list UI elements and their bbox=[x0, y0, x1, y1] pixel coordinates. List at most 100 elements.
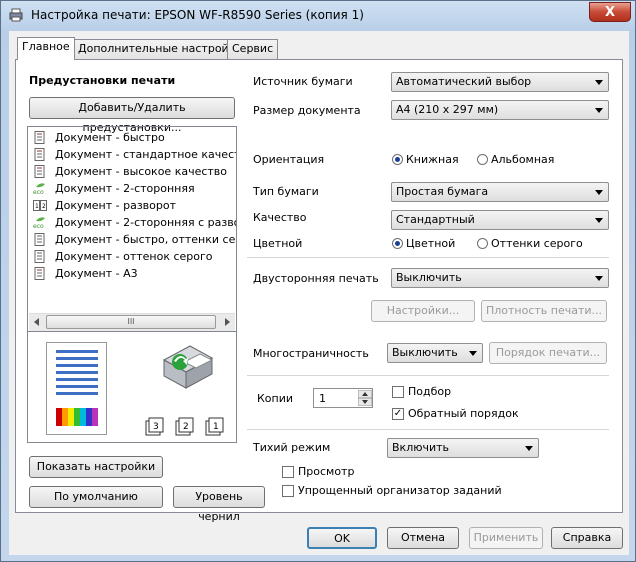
chevron-down-icon bbox=[525, 446, 533, 451]
quality-label: Качество bbox=[253, 211, 307, 224]
multipage-value: Выключить bbox=[392, 346, 458, 359]
paper-source-value: Автоматический выбор bbox=[396, 75, 532, 88]
add-remove-presets-button[interactable]: Добавить/Удалить предустановки... bbox=[29, 97, 235, 134]
document-icon bbox=[34, 148, 45, 161]
scroll-left-icon[interactable] bbox=[33, 318, 41, 326]
apply-button[interactable]: Применить bbox=[469, 527, 543, 549]
two-up-icon: 12 bbox=[33, 200, 47, 211]
multipage-select[interactable]: Выключить bbox=[387, 343, 483, 363]
duplex-label: Двусторонняя печать bbox=[253, 272, 379, 285]
eco-icon: eco bbox=[33, 217, 45, 229]
reverse-order-checkbox[interactable]: ✓ bbox=[392, 408, 404, 420]
close-button[interactable]: X bbox=[589, 2, 631, 22]
spinner-arrows-icon[interactable] bbox=[358, 390, 372, 406]
paper-type-value: Простая бумага bbox=[396, 185, 489, 198]
document-size-value: A4 (210 x 297 мм) bbox=[396, 103, 499, 116]
presets-heading: Предустановки печати bbox=[29, 74, 176, 87]
separator bbox=[247, 375, 609, 376]
duplex-value: Выключить bbox=[396, 271, 462, 284]
color-radio[interactable] bbox=[392, 238, 403, 249]
tab-main[interactable]: Главное bbox=[17, 37, 75, 60]
presets-list[interactable]: Документ - быстро Документ - стандартное… bbox=[27, 126, 237, 332]
portrait-radio[interactable] bbox=[392, 154, 403, 165]
preset-label: Документ - 2-сторонняя bbox=[55, 182, 195, 195]
copies-value: 1 bbox=[319, 392, 326, 405]
page-order-button[interactable]: Порядок печати... bbox=[489, 342, 607, 364]
document-icon bbox=[34, 250, 45, 263]
simplified-organizer-label: Упрощенный организатор заданий bbox=[298, 484, 502, 497]
preview-label: Просмотр bbox=[298, 465, 355, 478]
quality-value: Стандартный bbox=[396, 213, 475, 226]
help-button[interactable]: Справка bbox=[551, 527, 623, 549]
collate-label: Подбор bbox=[408, 385, 452, 398]
svg-text:eco: eco bbox=[33, 223, 44, 229]
document-size-select[interactable]: A4 (210 x 297 мм) bbox=[391, 100, 609, 120]
duplex-select[interactable]: Выключить bbox=[391, 268, 609, 288]
chevron-down-icon bbox=[595, 218, 603, 223]
preset-label: Документ - оттенок серого bbox=[55, 250, 213, 263]
document-icon bbox=[34, 131, 45, 144]
grayscale-radio[interactable] bbox=[477, 238, 488, 249]
svg-text:eco: eco bbox=[33, 189, 44, 195]
preset-label: Документ - быстро bbox=[55, 131, 165, 144]
quiet-mode-label: Тихий режим bbox=[253, 441, 331, 454]
quiet-mode-select[interactable]: Включить bbox=[387, 438, 539, 458]
paper-type-select[interactable]: Простая бумага bbox=[391, 182, 609, 202]
collate-digit: 1 bbox=[213, 422, 219, 432]
paper-source-select[interactable]: Автоматический выбор bbox=[391, 72, 609, 92]
eco-icon: eco bbox=[33, 183, 45, 195]
preset-label: Документ - стандартное качество bbox=[55, 148, 237, 161]
collate-checkbox[interactable] bbox=[392, 386, 404, 398]
preview-checkbox[interactable] bbox=[282, 466, 294, 478]
grayscale-option-label: Оттенки серого bbox=[491, 237, 583, 250]
color-label: Цветной bbox=[253, 237, 303, 250]
printer-icon bbox=[9, 8, 23, 22]
orientation-label: Ориентация bbox=[253, 153, 325, 166]
simplified-organizer-checkbox[interactable] bbox=[282, 485, 294, 497]
cancel-button[interactable]: Отмена bbox=[387, 527, 459, 549]
collate-order-icon: 3 2 1 bbox=[145, 417, 224, 436]
chevron-down-icon bbox=[469, 351, 477, 356]
document-icon bbox=[34, 165, 45, 178]
preset-label: Документ - 2-сторонняя с разворот bbox=[55, 216, 236, 229]
defaults-button[interactable]: По умолчанию bbox=[29, 486, 163, 508]
ink-levels-button[interactable]: Уровень чернил bbox=[173, 486, 265, 523]
chevron-down-icon bbox=[595, 108, 603, 113]
presets-horizontal-scrollbar[interactable]: III bbox=[29, 313, 235, 331]
chevron-down-icon bbox=[595, 80, 603, 85]
collate-digit: 2 bbox=[183, 422, 189, 432]
document-size-label: Размер документа bbox=[253, 104, 361, 117]
collate-digit: 3 bbox=[153, 422, 159, 432]
tab-advanced[interactable]: Дополнительные настройки bbox=[73, 39, 248, 59]
separator bbox=[247, 257, 609, 258]
portrait-label: Книжная bbox=[406, 153, 459, 166]
ok-button[interactable]: OK bbox=[307, 527, 377, 549]
chevron-down-icon bbox=[595, 276, 603, 281]
duplex-settings-button[interactable]: Настройки... bbox=[371, 300, 475, 322]
color-option-label: Цветной bbox=[406, 237, 456, 250]
preset-label: Документ - высокое качество bbox=[55, 165, 228, 178]
scroll-right-icon[interactable] bbox=[223, 318, 231, 326]
preset-label: Документ - А3 bbox=[55, 267, 138, 280]
window-title: Настройка печати: EPSON WF-R8590 Series … bbox=[31, 8, 364, 22]
tab-service[interactable]: Сервис bbox=[227, 39, 279, 59]
quality-select[interactable]: Стандартный bbox=[391, 210, 609, 230]
document-icon bbox=[34, 267, 45, 280]
scrollbar-thumb[interactable]: III bbox=[46, 315, 216, 329]
page-preview-icon bbox=[46, 342, 107, 435]
svg-text:1: 1 bbox=[35, 203, 39, 210]
copies-label: Копии bbox=[257, 392, 294, 405]
show-settings-button[interactable]: Показать настройки bbox=[29, 456, 163, 478]
title-bar: Настройка печати: EPSON WF-R8590 Series … bbox=[1, 1, 636, 31]
landscape-radio[interactable] bbox=[477, 154, 488, 165]
paper-type-label: Тип бумаги bbox=[253, 185, 319, 198]
paper-source-label: Источник бумаги bbox=[253, 75, 353, 88]
print-preview-area: 3 2 1 bbox=[27, 332, 237, 443]
copies-spinner[interactable]: 1 bbox=[313, 388, 373, 408]
printer-feed-icon bbox=[162, 345, 214, 389]
separator bbox=[247, 429, 609, 430]
preset-label: Документ - разворот bbox=[55, 199, 177, 212]
print-density-button[interactable]: Плотность печати... bbox=[481, 300, 607, 322]
document-icon bbox=[34, 233, 45, 246]
preset-label: Документ - быстро, оттенки серого bbox=[55, 233, 236, 246]
